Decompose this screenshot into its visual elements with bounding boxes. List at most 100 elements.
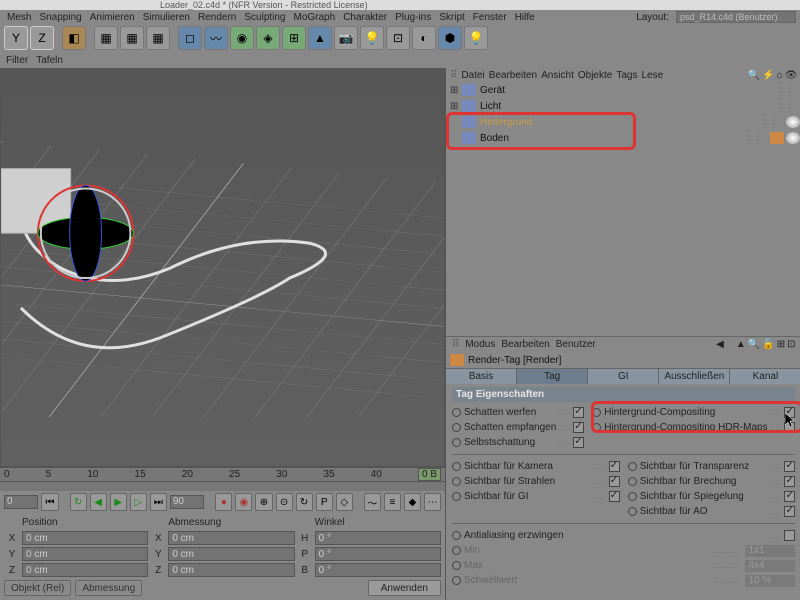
fcurve-button[interactable]: 〜 <box>364 493 381 511</box>
coord-mode-dropdown[interactable]: Objekt (Rel) <box>4 580 71 596</box>
checkbox[interactable] <box>609 476 620 487</box>
render-button[interactable]: ▦ <box>94 26 118 50</box>
tree-item-boden[interactable]: Boden: : <box>446 130 800 146</box>
render-region-button[interactable]: ▦ <box>120 26 144 50</box>
frame-start-field[interactable]: 0 <box>4 495 38 509</box>
bulb-button[interactable]: 💡 <box>464 26 488 50</box>
timeline-slider[interactable] <box>0 481 445 491</box>
prop-antialiasing-erzwingen[interactable]: Antialiasing erzwingen.... <box>452 528 795 543</box>
tafeln-label[interactable]: Tafeln <box>36 55 63 66</box>
camera-button[interactable]: 📷 <box>334 26 358 50</box>
am-modus[interactable]: Modus <box>465 339 495 350</box>
rotation-gizmo[interactable] <box>38 185 134 281</box>
om-objekte[interactable]: Objekte <box>578 70 612 81</box>
tab-basis[interactable]: Basis <box>446 369 517 384</box>
prop-sichtbar-f-r-spiegelung[interactable]: Sichtbar für Spiegelung.... <box>628 489 796 504</box>
timeline-button[interactable]: ≡ <box>384 493 401 511</box>
coord-X-dim[interactable] <box>168 531 294 545</box>
om-bearbeiten[interactable]: Bearbeiten <box>489 70 537 81</box>
step-back-button[interactable]: ↻ <box>70 493 87 511</box>
am-bearbeiten[interactable]: Bearbeiten <box>501 339 549 350</box>
step-fwd-button[interactable]: ▷ <box>130 493 147 511</box>
prop-selbstschattung[interactable]: Selbstschattung.... <box>452 435 584 450</box>
tab-kanal[interactable]: Kanal <box>730 369 800 384</box>
key-scale-button[interactable]: ⊙ <box>276 493 293 511</box>
render-settings-button[interactable]: ▦ <box>146 26 170 50</box>
prop-schatten-empfangen[interactable]: Schatten empfangen.... <box>452 420 584 435</box>
frame-end-field[interactable]: 90 <box>170 495 204 509</box>
key-pos-button[interactable]: ⊕ <box>255 493 272 511</box>
menu-skript[interactable]: Skript <box>436 12 468 23</box>
tag-icon[interactable] <box>786 116 800 128</box>
tab-gi[interactable]: GI <box>588 369 659 384</box>
menu-plugins[interactable]: Plug-ins <box>392 12 434 23</box>
prop-sichtbar-f-r-ao[interactable]: Sichtbar für AO.... <box>628 504 796 519</box>
key-param-button[interactable]: P <box>316 493 333 511</box>
coord-H-rot[interactable] <box>315 531 441 545</box>
checkbox[interactable] <box>573 407 584 418</box>
prop-min[interactable]: Min........1x1 <box>452 543 795 558</box>
checkbox[interactable] <box>784 461 795 472</box>
prim-cube-button[interactable]: ◻ <box>178 26 202 50</box>
array-button[interactable]: ⊞ <box>282 26 306 50</box>
search-icon[interactable]: 🔍 <box>748 70 760 81</box>
key-rot-button[interactable]: ↻ <box>296 493 313 511</box>
menu-hilfe[interactable]: Hilfe <box>512 12 538 23</box>
modeling-button[interactable]: ▲ <box>308 26 332 50</box>
prop-schwellwert[interactable]: Schwellwert........10 % <box>452 573 795 588</box>
layout-dropdown[interactable]: psd_R14.c4d (Benutzer) <box>676 11 796 23</box>
prop-max[interactable]: Max........4x4 <box>452 558 795 573</box>
coord-Z-dim[interactable] <box>168 563 294 577</box>
play-back-button[interactable]: ◀ <box>90 493 107 511</box>
checkbox[interactable] <box>784 506 795 517</box>
play-button[interactable]: ▶ <box>110 493 127 511</box>
timeline-ruler[interactable]: 05101520253035 40 0 B <box>0 467 445 481</box>
menu-simulieren[interactable]: Simulieren <box>140 12 193 23</box>
motion-button[interactable]: ⋯ <box>424 493 441 511</box>
om-lese[interactable]: Lese <box>641 70 663 81</box>
coord-Z-pos[interactable] <box>22 563 148 577</box>
om-tags[interactable]: Tags <box>616 70 637 81</box>
scene-button[interactable]: ⊡ <box>386 26 410 50</box>
autokey-button[interactable]: ◉ <box>235 493 252 511</box>
menu-sculpting[interactable]: Sculpting <box>241 12 288 23</box>
checkbox[interactable] <box>609 491 620 502</box>
viewport-3d[interactable] <box>0 68 445 467</box>
prim-spline-button[interactable]: 〰 <box>204 26 228 50</box>
checkbox[interactable] <box>784 491 795 502</box>
cube-primitive-button[interactable]: ◧ <box>62 26 86 50</box>
home-icon[interactable]: ⌂ <box>777 70 783 81</box>
tree-item-licht[interactable]: ⊞Licht: : <box>446 98 800 114</box>
menu-mograph[interactable]: MoGraph <box>291 12 339 23</box>
menu-snapping[interactable]: Snapping <box>36 12 84 23</box>
checkbox[interactable] <box>573 437 584 448</box>
menu-animieren[interactable]: Animieren <box>87 12 138 23</box>
record-button[interactable]: ● <box>215 493 232 511</box>
generator-button[interactable]: ◉ <box>230 26 254 50</box>
goto-end-button[interactable]: ⏭ <box>150 493 167 511</box>
tab-tag[interactable]: Tag <box>517 369 588 384</box>
prop-hintergrund-compositing[interactable]: Hintergrund-Compositing.... <box>592 405 795 420</box>
menu-fenster[interactable]: Fenster <box>470 12 510 23</box>
menu-rendern[interactable]: Rendern <box>195 12 239 23</box>
lock-icon[interactable]: 🔓 <box>762 339 774 350</box>
prop-hintergrund-compositing-hdr-maps[interactable]: Hintergrund-Compositing HDR-Maps.... <box>592 420 795 435</box>
tag-icon[interactable] <box>786 132 800 144</box>
filter-label[interactable]: Filter <box>6 55 28 66</box>
checkbox[interactable] <box>573 422 584 433</box>
goto-start-button[interactable]: ⏮ <box>41 493 58 511</box>
checkbox[interactable] <box>609 461 620 472</box>
prop-sichtbar-f-r-strahlen[interactable]: Sichtbar für Strahlen.... <box>452 474 620 489</box>
tab-ausschliessen[interactable]: Ausschließen <box>659 369 730 384</box>
prop-sichtbar-f-r-transparenz[interactable]: Sichtbar für Transparenz.... <box>628 459 796 474</box>
menu-mesh[interactable]: Mesh <box>4 12 34 23</box>
axis-y-button[interactable]: Y <box>4 26 28 50</box>
am-benutzer[interactable]: Benutzer <box>556 339 596 350</box>
om-ansicht[interactable]: Ansicht <box>541 70 574 81</box>
environment-button[interactable]: ◐ <box>412 26 436 50</box>
coord-dim-dropdown[interactable]: Abmessung <box>75 580 142 596</box>
deformer-button[interactable]: ◈ <box>256 26 280 50</box>
coord-X-pos[interactable] <box>22 531 148 545</box>
up-icon[interactable]: ▲ <box>736 339 746 350</box>
coord-P-rot[interactable] <box>315 547 441 561</box>
